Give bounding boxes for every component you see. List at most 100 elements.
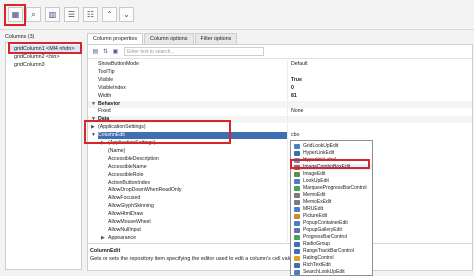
dropdown-item[interactable]: ProgressBarControl: [291, 234, 372, 240]
property-row[interactable]: AllowNullInput: [88, 226, 472, 234]
dropdown-item-label: PopupContainerEdit: [303, 220, 348, 226]
property-name: VisibleIndex: [98, 84, 288, 92]
property-value[interactable]: 81: [291, 93, 471, 100]
search-input[interactable]: [124, 47, 264, 56]
dropdown-item[interactable]: MRUEdit: [291, 206, 372, 212]
dropdown-item-label: RatingControl: [303, 255, 334, 261]
column-item[interactable]: gridColumn2 <hin>: [8, 53, 80, 61]
dropdown-item[interactable]: SearchLookUpEdit: [291, 269, 372, 275]
list-alt-button[interactable]: ☷: [83, 7, 98, 22]
property-row[interactable]: AccessibleRole: [88, 171, 472, 179]
expand-icon[interactable]: ▶: [101, 235, 107, 242]
selected-column-highlight: [8, 42, 82, 54]
columns-icon: ▥: [48, 9, 57, 19]
columns-list: gridColumn1 <Ml4 nhdn> gridColumn2 <hin> g…: [5, 42, 82, 270]
property-row[interactable]: ShowButtonMode Default: [88, 61, 472, 68]
editor-type-icon: [294, 186, 300, 191]
columns-panel: Columns (3) gridColumn1 <Ml4 nhdn> gridCo…: [3, 32, 82, 270]
property-grid: ▤ ⇅ ▣ ShowButtonModeDefaultToolTipVisibl…: [87, 44, 473, 271]
dropdown-item[interactable]: PopupContainerEdit: [291, 220, 372, 226]
property-row[interactable]: Fixed None: [88, 108, 472, 116]
list-button[interactable]: ☰: [64, 7, 79, 22]
property-row[interactable]: AllowFocused: [88, 195, 472, 203]
categorized-icon[interactable]: ▤: [91, 48, 100, 56]
dropdown-item[interactable]: MemoEdit: [291, 192, 372, 198]
tab-column-options[interactable]: Column options: [144, 33, 194, 44]
property-name: Fixed: [98, 108, 288, 116]
property-row[interactable]: VisibleIndex 0: [88, 84, 472, 92]
list-alt-icon: ☷: [86, 9, 95, 19]
property-name: Visible: [98, 76, 288, 84]
collapse-icon[interactable]: ▼: [91, 101, 97, 108]
magnifier-button[interactable]: ⌕: [26, 7, 41, 22]
dropdown-item-label: RichTextEdit: [303, 262, 331, 268]
property-name: ToolTip: [98, 68, 288, 76]
columnedit-highlight: [84, 120, 231, 144]
alphabetical-icon[interactable]: ⇅: [101, 48, 110, 56]
property-row[interactable]: AllowGlyphSkinning: [88, 203, 472, 211]
property-row[interactable]: AllowHtmlDraw: [88, 211, 472, 219]
property-pages-icon[interactable]: ▣: [111, 48, 120, 56]
dropdown-item-label: SearchLookUpEdit: [303, 269, 345, 275]
property-row[interactable]: Visible True: [88, 76, 472, 84]
editor-type-icon: [294, 151, 300, 156]
category-row[interactable]: ▼ Behavior: [88, 100, 472, 108]
property-row[interactable]: AllowDropDownWhenReadOnly: [88, 187, 472, 195]
dropdown-item[interactable]: RichTextEdit: [291, 262, 372, 268]
arrow-down-button[interactable]: ⌄: [119, 7, 134, 22]
property-name: AccessibleDescription: [108, 155, 288, 163]
property-row[interactable]: Width 81: [88, 92, 472, 100]
editor-type-icon: [294, 172, 300, 177]
property-row[interactable]: AccessibleDescription: [88, 155, 472, 163]
dropdown-item[interactable]: LookUpEdit: [291, 178, 372, 184]
dropdown-item-label: MemoEdit: [303, 192, 326, 198]
dropdown-item[interactable]: RangeTrackBarControl: [291, 248, 372, 254]
property-name: AccessibleName: [108, 163, 288, 171]
property-value[interactable]: 0: [291, 85, 471, 92]
dropdown-item-label: MRUEdit: [303, 206, 324, 212]
column-item[interactable]: gridColumn3: [8, 61, 80, 69]
property-value[interactable]: Default: [291, 61, 471, 68]
arrow-up-button[interactable]: ⌃: [102, 7, 117, 22]
editor-type-icon: [294, 249, 300, 254]
property-name: ActionButtonIndex: [108, 179, 288, 187]
dropdown-item[interactable]: RatingControl: [291, 255, 372, 261]
tab-filter-options[interactable]: Filter options: [194, 33, 238, 44]
editor-type-icon: [294, 228, 300, 233]
property-row[interactable]: (Name): [88, 147, 472, 155]
dropdown-item[interactable]: ImageEdit: [291, 171, 372, 177]
property-row[interactable]: ▶ Appearance: [88, 234, 472, 242]
property-row[interactable]: ToolTip: [88, 68, 472, 76]
dropdown-item[interactable]: PopupGalleryEdit: [291, 227, 372, 233]
dropdown-item-label: ProgressBarControl: [303, 234, 347, 240]
dropdown-item-label: LookUpEdit: [303, 178, 329, 184]
property-value[interactable]: cbo: [291, 132, 471, 139]
property-row[interactable]: ActionButtonIndex: [88, 179, 472, 187]
property-value[interactable]: True: [291, 77, 471, 84]
columns-button[interactable]: ▥: [45, 7, 60, 22]
tab-column-properties[interactable]: Column properties: [87, 33, 144, 44]
dropdown-item[interactable]: RadioGroup: [291, 241, 372, 247]
property-row[interactable]: AccessibleName: [88, 163, 472, 171]
properties-panel: Column properties Column options Filter op…: [87, 33, 473, 271]
property-name: (Name): [108, 147, 288, 155]
dropdown-item[interactable]: PictureEdit: [291, 213, 372, 219]
property-value[interactable]: None: [291, 108, 471, 115]
editor-type-icon: [294, 242, 300, 247]
dropdown-item-label: PopupGalleryEdit: [303, 227, 342, 233]
grid-toolbar: ▤ ⇅ ▣: [88, 45, 472, 59]
arrow-down-icon: ⌄: [123, 9, 130, 19]
property-row[interactable]: AllowMouseWheel: [88, 219, 472, 226]
property-name: AllowHtmlDraw: [108, 211, 288, 219]
tab-strip: Column properties Column options Filter op…: [87, 33, 238, 44]
editor-type-icon: [294, 270, 300, 275]
dropdown-item[interactable]: GridLookUpEdit: [291, 143, 372, 149]
property-name: AllowGlyphSkinning: [108, 203, 288, 211]
dropdown-item[interactable]: MemoExEdit: [291, 199, 372, 205]
dropdown-item[interactable]: MarqueeProgressBarControl: [291, 185, 372, 191]
dropdown-item[interactable]: HyperLinkEdit: [291, 150, 372, 156]
editor-type-icon: [294, 256, 300, 261]
toolbar-highlight: [4, 4, 26, 26]
editor-type-icon: [294, 193, 300, 198]
property-name: Behavior: [98, 100, 288, 108]
